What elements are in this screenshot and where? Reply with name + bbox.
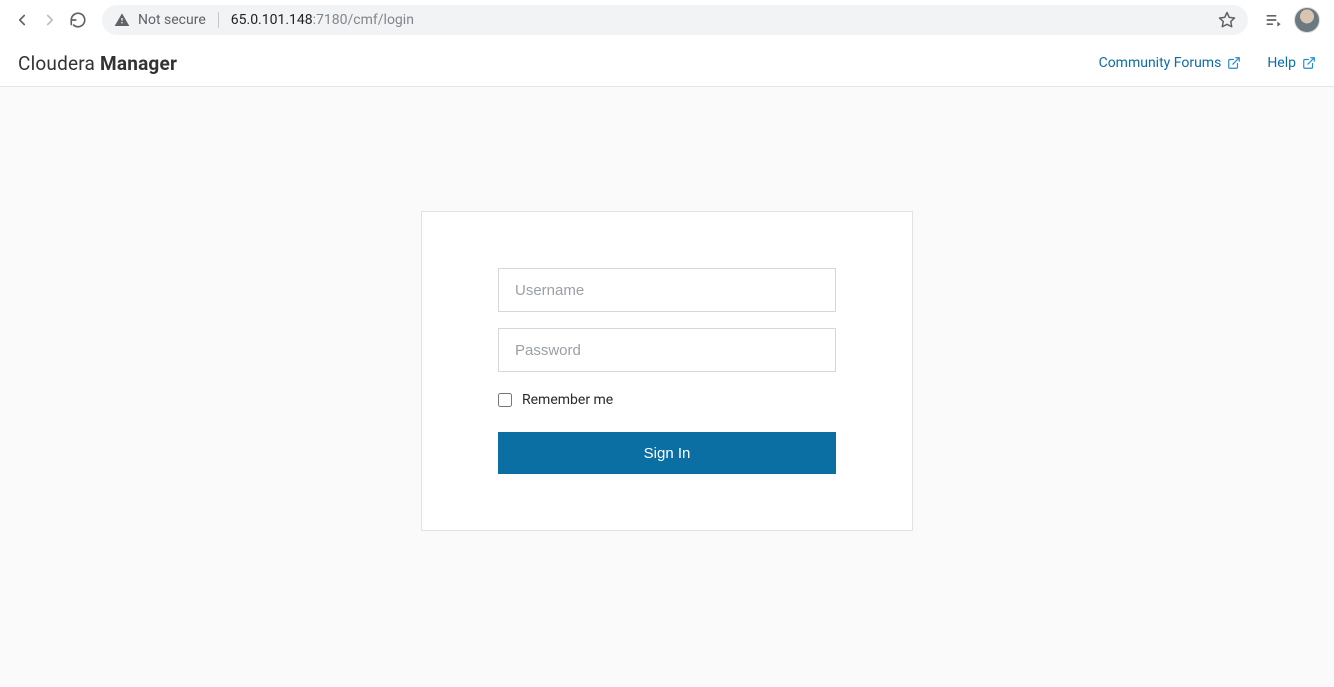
help-link[interactable]: Help <box>1267 55 1316 71</box>
brand-bold: Manager <box>100 52 177 75</box>
url-text: 65.0.101.148:7180/cmf/login <box>231 12 414 28</box>
brand-title: Cloudera Manager <box>18 52 177 75</box>
remember-me-row[interactable]: Remember me <box>498 392 836 408</box>
community-forums-label: Community Forums <box>1099 55 1222 71</box>
back-button[interactable] <box>8 6 36 34</box>
community-forums-link[interactable]: Community Forums <box>1099 55 1242 71</box>
page-body: Remember me Sign In <box>0 87 1334 687</box>
profile-avatar[interactable] <box>1294 7 1320 33</box>
not-secure-label: Not secure <box>138 12 206 28</box>
username-input[interactable] <box>498 268 836 312</box>
browser-toolbar: Not secure 65.0.101.148:7180/cmf/login <box>0 0 1334 40</box>
media-control-icon[interactable] <box>1264 10 1284 30</box>
omnibox-divider <box>218 12 219 28</box>
login-card: Remember me Sign In <box>421 211 913 531</box>
reload-button[interactable] <box>64 6 92 34</box>
not-secure-icon <box>114 12 130 28</box>
external-link-icon <box>1227 56 1241 70</box>
forward-button[interactable] <box>36 6 64 34</box>
address-bar[interactable]: Not secure 65.0.101.148:7180/cmf/login <box>102 5 1248 35</box>
help-label: Help <box>1267 55 1296 71</box>
url-path: :7180/cmf/login <box>313 12 414 28</box>
sign-in-button[interactable]: Sign In <box>498 432 836 474</box>
bookmark-star-icon[interactable] <box>1218 11 1236 29</box>
app-header: Cloudera Manager Community Forums Help <box>0 40 1334 87</box>
password-input[interactable] <box>498 328 836 372</box>
external-link-icon <box>1302 56 1316 70</box>
remember-me-label: Remember me <box>522 392 613 408</box>
url-host: 65.0.101.148 <box>231 12 313 28</box>
remember-me-checkbox[interactable] <box>498 393 512 407</box>
brand-light: Cloudera <box>18 52 100 75</box>
